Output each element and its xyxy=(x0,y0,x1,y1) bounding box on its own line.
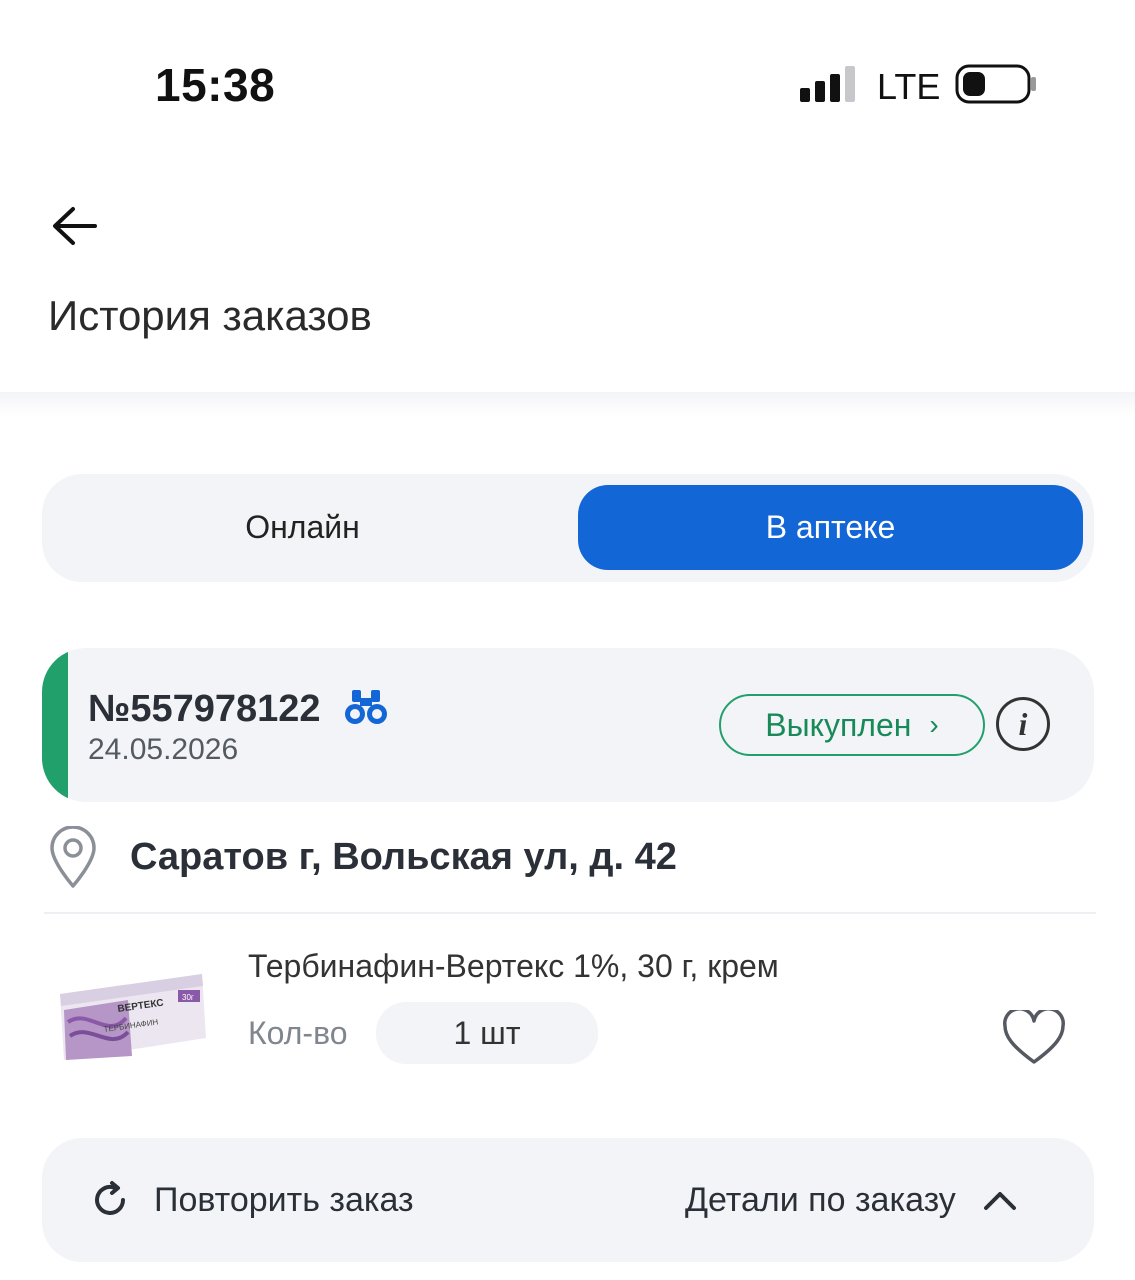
tab-online[interactable]: Онлайн xyxy=(50,485,555,570)
product-size-label: 30г xyxy=(182,993,194,1002)
status-bar: 15:38 LTE xyxy=(0,0,1135,150)
product-image[interactable]: 30г ВЕРТЕКС ТЕРБИНАФИН xyxy=(58,970,208,1062)
order-type-tabs: Онлайн В аптеке xyxy=(42,474,1094,582)
order-status-label: Выкуплен xyxy=(765,706,912,743)
signal-icon xyxy=(800,66,855,102)
location-pin-icon xyxy=(50,826,96,888)
quantity-label: Кол-во xyxy=(248,1015,348,1051)
arrow-left-icon xyxy=(53,207,97,245)
status-time: 15:38 xyxy=(155,59,276,111)
order-status-button[interactable]: Выкуплен › xyxy=(719,694,985,756)
order-date: 24.05.2026 xyxy=(88,733,239,766)
repeat-order-label: Повторить заказ xyxy=(154,1180,414,1219)
divider xyxy=(44,912,1096,914)
binoculars-icon xyxy=(345,690,387,724)
repeat-order-button[interactable]: Повторить заказ xyxy=(90,1168,414,1232)
order-actions-bar: Повторить заказ Детали по заказу xyxy=(42,1138,1094,1262)
pharmacy-address: Саратов г, Вольская ул, д. 42 xyxy=(44,820,1096,912)
back-button[interactable] xyxy=(44,196,104,256)
header-divider xyxy=(0,392,1135,416)
order-details-label: Детали по заказу xyxy=(685,1180,956,1219)
page-title: История заказов xyxy=(48,292,372,339)
chevron-up-icon xyxy=(983,1192,1016,1210)
info-icon[interactable]: i xyxy=(996,697,1050,751)
order-card[interactable]: №557978122 24.05.2026 Выкуплен › i xyxy=(42,648,1094,802)
network-type: LTE xyxy=(877,66,941,107)
heart-icon[interactable] xyxy=(1002,1010,1066,1066)
order-status-stripe xyxy=(42,648,68,802)
app-header: История заказов xyxy=(0,150,1135,395)
battery-icon xyxy=(955,64,1036,104)
address-text: Саратов г, Вольская ул, д. 42 xyxy=(130,836,677,878)
order-number: №557978122 xyxy=(88,688,321,730)
refresh-icon xyxy=(95,1181,125,1215)
quantity-value: 1 шт xyxy=(376,1002,598,1064)
product-name[interactable]: Тербинафин-Вертекс 1%, 30 г, крем xyxy=(248,948,779,985)
tab-in-pharmacy[interactable]: В аптеке xyxy=(578,485,1083,570)
order-details-button[interactable]: Детали по заказу xyxy=(685,1168,1018,1232)
chevron-right-icon: › xyxy=(929,709,939,740)
